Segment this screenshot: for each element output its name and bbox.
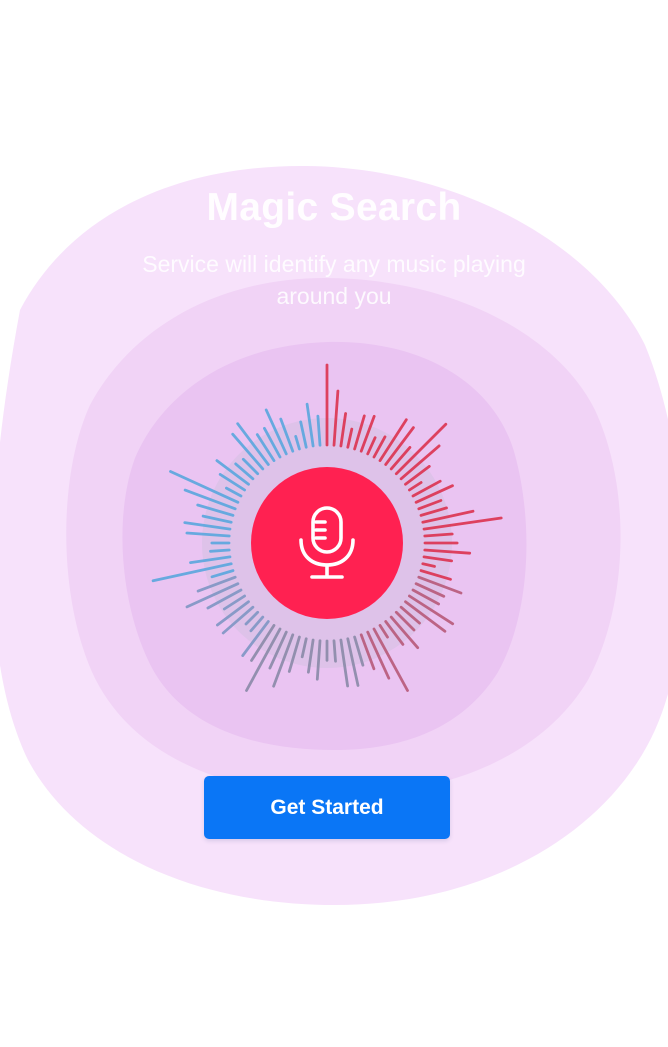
visualizer-bar	[417, 575, 463, 595]
visualizer-bar	[366, 436, 377, 456]
visualizer-bar	[218, 472, 247, 492]
page-subtitle: Service will identify any music playing …	[142, 251, 526, 309]
visualizer-bar	[299, 420, 308, 449]
visualizer-bar	[419, 506, 448, 517]
visualizer-bar	[196, 575, 237, 593]
visualizer-bar	[224, 486, 243, 498]
onboarding-screen: Magic Search Service will identify any m…	[0, 0, 668, 1047]
visualizer-bar	[422, 555, 454, 563]
visualizer-bar	[272, 633, 295, 688]
visualizer-bar	[394, 422, 448, 476]
visualizer-bar	[210, 569, 235, 579]
page-title: Magic Search	[206, 186, 462, 229]
visualizer-bar	[189, 555, 232, 564]
visualizer-bar	[244, 610, 260, 626]
microphone-icon	[299, 506, 355, 579]
record-button[interactable]	[251, 467, 403, 619]
visualizer-bar	[294, 434, 301, 451]
get-started-button[interactable]: Get Started	[204, 776, 450, 839]
visualizer-bar	[389, 445, 412, 471]
visualizer-bar	[421, 562, 436, 568]
visualizer-bar	[332, 389, 340, 447]
visualizer-bar	[407, 481, 423, 492]
visualizer-bar	[339, 412, 348, 448]
visualizer-bar	[378, 624, 389, 639]
visualizer-bar	[423, 532, 454, 538]
visualizer-bar	[332, 639, 337, 663]
visualizer-bar	[417, 499, 443, 511]
visualizer-bar	[414, 484, 454, 504]
visualizer-bar	[185, 531, 231, 538]
visualizer-bar	[316, 414, 322, 447]
visualizer-bar	[346, 427, 354, 449]
visualizer-bar	[404, 464, 431, 486]
visualizer-bar	[384, 620, 405, 646]
visualizer-bar	[339, 638, 350, 688]
visualizer-bar	[300, 637, 308, 659]
visualizer-bar	[353, 635, 365, 667]
visualizer-bar	[209, 548, 231, 553]
visualizer-bar	[315, 639, 322, 681]
visualizer-bar	[151, 562, 233, 583]
visualizer-bar	[423, 548, 472, 555]
visualizer-bar	[305, 402, 315, 448]
visualizer-bar	[201, 514, 233, 524]
visualizer-bar	[306, 638, 315, 674]
visualizer-bar	[206, 588, 243, 610]
visualizer-bar	[183, 521, 232, 531]
visualizer-bar	[183, 488, 237, 511]
visualizer-bar	[419, 569, 452, 581]
